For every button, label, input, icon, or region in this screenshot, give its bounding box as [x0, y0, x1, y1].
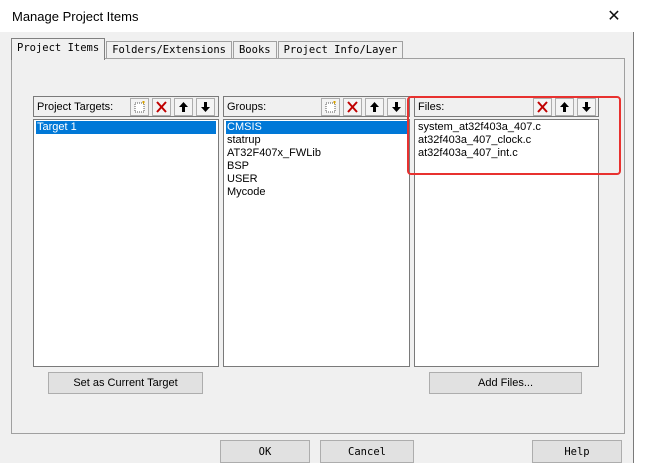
list-item[interactable]: at32f403a_407_int.c — [417, 147, 596, 160]
groups-header: Groups: — [223, 96, 410, 117]
delete-group-button[interactable] — [343, 98, 362, 116]
window-title: Manage Project Items — [12, 9, 139, 24]
groups-label: Groups: — [227, 101, 267, 113]
files-label: Files: — [418, 101, 445, 113]
delete-target-button[interactable] — [152, 98, 171, 116]
close-button[interactable]: ✕ — [600, 2, 628, 30]
list-item[interactable]: statrup — [226, 134, 407, 147]
move-down-icon — [392, 102, 401, 112]
help-button[interactable]: Help — [532, 440, 622, 463]
move-group-down-button[interactable] — [387, 98, 406, 116]
new-target-button[interactable] — [130, 98, 149, 116]
new-icon — [325, 101, 336, 113]
files-header: Files: — [414, 96, 599, 117]
title-bar: Manage Project Items ✕ — [0, 0, 634, 32]
list-item[interactable]: CMSIS — [226, 121, 407, 134]
move-group-up-button[interactable] — [365, 98, 384, 116]
cancel-button[interactable]: Cancel — [320, 440, 414, 463]
tab-strip: Project Items Folders/Extensions Books P… — [11, 38, 404, 60]
list-item[interactable]: BSP — [226, 160, 407, 173]
move-file-up-button[interactable] — [555, 98, 574, 116]
close-icon: ✕ — [607, 8, 621, 25]
move-down-icon — [201, 102, 210, 112]
ok-button[interactable]: OK — [220, 440, 310, 463]
files-group: Files: system_at32f403a_407.c at32f403a_… — [414, 96, 599, 367]
move-down-icon — [582, 102, 591, 112]
delete-icon — [347, 101, 358, 113]
list-item[interactable]: USER — [226, 173, 407, 186]
project-targets-label: Project Targets: — [37, 101, 114, 113]
set-as-current-target-button[interactable]: Set as Current Target — [48, 372, 203, 394]
move-up-icon — [560, 102, 569, 112]
move-up-icon — [370, 102, 379, 112]
move-up-icon — [179, 102, 188, 112]
groups-list[interactable]: CMSIS statrup AT32F407x_FWLib BSP USER M… — [223, 119, 410, 367]
project-targets-group: Project Targets: Target 1 — [33, 96, 219, 367]
delete-icon — [156, 101, 167, 113]
new-icon — [134, 101, 145, 113]
move-target-up-button[interactable] — [174, 98, 193, 116]
list-item[interactable]: Mycode — [226, 186, 407, 199]
manage-project-items-dialog: Manage Project Items ✕ Project Items Fol… — [0, 0, 634, 463]
delete-file-button[interactable] — [533, 98, 552, 116]
list-item[interactable]: AT32F407x_FWLib — [226, 147, 407, 160]
tab-project-items[interactable]: Project Items — [11, 38, 106, 60]
add-files-button[interactable]: Add Files... — [429, 372, 582, 394]
project-targets-header: Project Targets: — [33, 96, 219, 117]
groups-group: Groups: CMSIS statrup AT32F407x_FWLib BS… — [223, 96, 410, 367]
files-list[interactable]: system_at32f403a_407.c at32f403a_407_clo… — [414, 119, 599, 367]
move-target-down-button[interactable] — [196, 98, 215, 116]
delete-icon — [537, 101, 548, 113]
new-group-button[interactable] — [321, 98, 340, 116]
list-item[interactable]: Target 1 — [36, 121, 216, 134]
project-targets-list[interactable]: Target 1 — [33, 119, 219, 367]
list-item[interactable]: system_at32f403a_407.c — [417, 121, 596, 134]
list-item[interactable]: at32f403a_407_clock.c — [417, 134, 596, 147]
move-file-down-button[interactable] — [577, 98, 596, 116]
